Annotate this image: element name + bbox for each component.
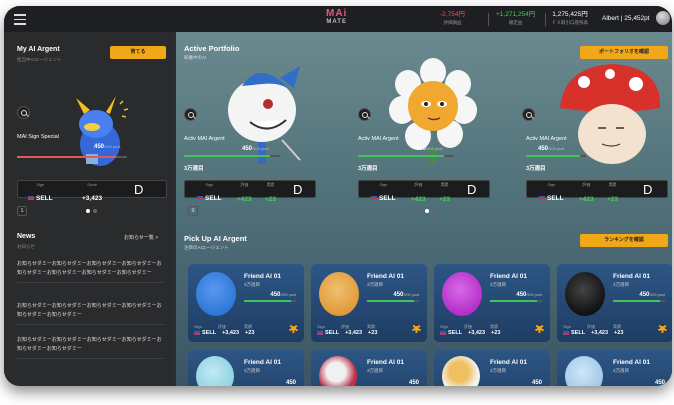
zoom-icon[interactable] (17, 106, 30, 119)
news-item[interactable]: お知らせダミーお知らせダミーお知らせダミーお知らせダミーお知らせダミーお知らせダ… (17, 302, 165, 325)
news-title: News (17, 233, 36, 240)
grade-label: D (293, 182, 303, 197)
portfolio-agent-score: 450/500 pust (416, 146, 443, 152)
user-points[interactable]: Albert | 25,452pt (602, 15, 650, 22)
weeks-label: 3万週目 (358, 166, 378, 172)
carousel-dots[interactable] (86, 209, 97, 213)
score-bar (184, 155, 280, 157)
character-image (319, 272, 359, 316)
news-item[interactable]: お知らせダミーお知らせダミーお知らせダミーお知らせダミーお知らせダミーお知らせダ… (17, 260, 165, 283)
grade-label: D (467, 182, 477, 197)
my-agent-subtitle: 担当中AIエージェント (17, 57, 62, 62)
weeks-label: 3万週目 (184, 166, 204, 172)
logo[interactable]: MAi MATE (326, 9, 347, 27)
zoom-icon[interactable] (522, 108, 535, 121)
flag-icon (371, 196, 377, 201)
grow-button[interactable]: 育てる (110, 46, 166, 59)
view-portfolio-button[interactable]: ポートフォリオを確認 (580, 46, 668, 59)
news-list-link[interactable]: お知らせ一覧 > (124, 234, 158, 241)
view-ranking-button[interactable]: ランキングを確認 (580, 234, 668, 247)
score-bar (17, 156, 127, 158)
grade-label: D (643, 182, 653, 197)
flag-icon (197, 196, 203, 201)
card-stats: Sign 評価 実績 SELL +3,423 +23 (194, 324, 255, 336)
gear-icon[interactable] (289, 324, 298, 333)
character-image (196, 272, 236, 316)
realized-pl-stat: +1,271,254円 確定益 (496, 11, 536, 25)
flag-icon (317, 330, 323, 335)
pickup-card[interactable]: Friend AI 01 3万週目 450 (311, 350, 427, 386)
pickup-card[interactable]: Friend AI 01 3万週目 450 (188, 350, 304, 386)
my-agent-trade-panel: Sign SELL Score +3,423 D (17, 180, 167, 202)
account-balance-stat: 1,275,425円 ＦＸ取引口座残高 (552, 11, 588, 25)
app-window: MAi MATE -2,754円 評価損益 +1,271,254円 確定益 1,… (4, 6, 672, 386)
gear-icon[interactable] (535, 324, 544, 333)
shark-character-image (228, 66, 301, 164)
page-number[interactable]: 1 (17, 206, 27, 216)
avatar[interactable] (656, 11, 670, 25)
flag-icon (539, 196, 545, 201)
flag-icon (440, 330, 446, 335)
score-bar (358, 155, 454, 157)
flag-icon (194, 330, 200, 335)
carousel-dots[interactable] (418, 209, 436, 213)
portfolio-trade-panel: Sign SELL 評価 +423 実績 +23 D (526, 180, 668, 203)
character-image (196, 356, 234, 386)
pickup-card[interactable]: Friend AI 01 3万週目 450 (557, 350, 672, 386)
my-agent-title: My AI Argent (17, 46, 60, 53)
weeks-label: 3万週目 (526, 166, 546, 172)
my-agent-name: MAI Sign Special (17, 134, 59, 140)
news-subtitle: お知らせ (17, 244, 35, 249)
main-area: Active Portfolio 稼働中のAI ポートフォリオを確認 Activ… (176, 32, 672, 386)
card-stats: Sign 評価 実績 SELL +3,423 +23 (317, 324, 378, 336)
card-stats: Sign 評価 実績 SELL +3,423 +23 (563, 324, 624, 336)
pickup-card[interactable]: Friend AI 01 3万週目 450/500 pust Sign 評価 実績 … (434, 264, 550, 342)
pickup-card[interactable]: Friend AI 01 3万週目 450/500 pust Sign 評価 実績 … (557, 264, 672, 342)
character-image (442, 356, 480, 386)
pickup-card[interactable]: Friend AI 01 3万週目 450 (434, 350, 550, 386)
portfolio-trade-panel: Sign SELL 評価 +423 実績 +23 D (184, 180, 316, 203)
flag-icon (563, 330, 569, 335)
portfolio-subtitle: 稼働中のAI (184, 55, 207, 60)
top-bar: MAi MATE -2,754円 評価損益 +1,271,254円 確定益 1,… (4, 6, 672, 32)
logo-bottom-text: MATE (326, 19, 347, 25)
portfolio-agent-name: Activ MAI Argent (526, 136, 567, 142)
my-agent-score: 450/500 pust (94, 144, 121, 150)
pickup-title: Pick Up AI Argent (184, 234, 247, 243)
character-image (319, 356, 357, 386)
zoom-icon[interactable] (184, 108, 197, 121)
flag-icon (28, 196, 34, 201)
dragon-character-image (76, 96, 129, 166)
portfolio-agent-score: 450/500 pust (538, 146, 565, 152)
left-panel: My AI Argent 担当中AIエージェント 育てる MAI Sign Sp… (4, 32, 172, 386)
pickup-subtitle: 注目のAIエージェント (184, 245, 229, 250)
portfolio-trade-panel: Sign SELL 評価 +423 実績 +23 D (358, 180, 490, 203)
portfolio-agent-name: Activ MAI Argent (358, 136, 399, 142)
hamburger-menu-icon[interactable] (14, 14, 26, 25)
unrealized-pl-stat: -2,754円 評価損益 (440, 11, 465, 25)
gear-icon[interactable] (412, 324, 421, 333)
character-image (565, 272, 605, 316)
zoom-icon[interactable] (358, 108, 371, 121)
divider (545, 13, 546, 26)
divider (488, 13, 489, 26)
portfolio-agent-name: Activ MAI Argent (184, 136, 225, 142)
character-image (565, 356, 603, 386)
portfolio-title: Active Portfolio (184, 44, 240, 53)
page-number[interactable]: 9 (188, 206, 198, 216)
pickup-card[interactable]: Friend AI 01 3万週目 450/500 pust Sign 評価 実績 … (188, 264, 304, 342)
gear-icon[interactable] (658, 324, 667, 333)
pickup-card[interactable]: Friend AI 01 3万週目 450/500 pust Sign 評価 実績 … (311, 264, 427, 342)
card-stats: Sign 評価 実績 SELL +3,423 +23 (440, 324, 501, 336)
portfolio-agent-score: 450/500 pust (242, 146, 269, 152)
news-item[interactable]: お知らせダミーお知らせダミーお知らせダミーお知らせダミーお知らせダミーお知らせダ… (17, 336, 165, 359)
character-image (442, 272, 482, 316)
grade-label: D (134, 182, 144, 197)
score-bar (526, 155, 586, 157)
